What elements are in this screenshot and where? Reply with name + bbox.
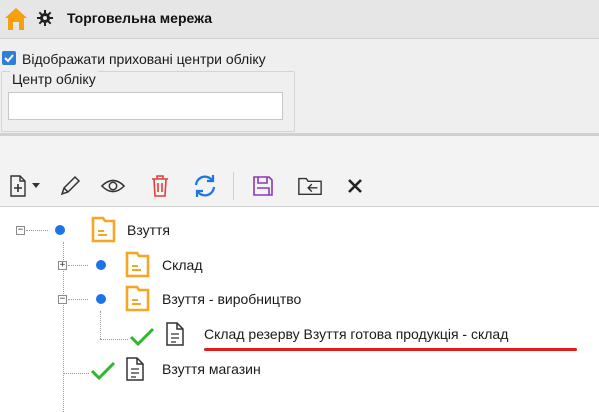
dropdown-arrow-icon[interactable] <box>30 173 42 199</box>
highlight-underline <box>204 348 577 351</box>
save-icon[interactable] <box>250 173 276 199</box>
center-input[interactable] <box>8 92 283 120</box>
title-bar: Торговельна мережа <box>0 0 599 39</box>
tree-connector <box>68 299 88 300</box>
collapse-toggle[interactable]: − <box>16 226 25 235</box>
tree-node-label[interactable]: Склад <box>162 257 203 273</box>
toolbar <box>0 166 599 207</box>
status-dot <box>96 260 106 270</box>
gear-icon[interactable] <box>37 10 53 29</box>
filter-panel: Відображати приховані центри обліку Цент… <box>0 39 599 133</box>
folder-icon <box>123 250 153 283</box>
status-dot <box>55 225 65 235</box>
check-icon <box>89 359 117 386</box>
add-icon[interactable] <box>5 173 31 199</box>
tree-connector <box>63 373 89 374</box>
check-icon <box>128 325 156 352</box>
expand-toggle[interactable]: + <box>58 261 67 270</box>
toolbar-separator <box>233 172 234 200</box>
document-icon <box>124 356 146 385</box>
tree-node-label[interactable]: Взуття магазин <box>162 361 261 377</box>
panel-gap <box>0 136 599 166</box>
show-hidden-label[interactable]: Відображати приховані центри обліку <box>22 51 266 67</box>
view-icon[interactable] <box>100 173 126 199</box>
close-icon[interactable] <box>342 173 368 199</box>
show-hidden-checkbox[interactable] <box>2 51 16 65</box>
selected-node-label[interactable]: Склад резерву Взуття готова продукція - … <box>204 326 508 342</box>
tree-connector <box>100 311 101 339</box>
delete-icon[interactable] <box>147 173 173 199</box>
tree-view: − Взуття + Склад − Взуття - виробництво <box>0 207 599 412</box>
document-icon <box>164 321 186 350</box>
collapse-toggle[interactable]: − <box>58 295 67 304</box>
refresh-icon[interactable] <box>192 173 218 199</box>
tree-node-label[interactable]: Взуття <box>127 222 170 238</box>
tree-connector <box>68 265 88 266</box>
tree-node-label[interactable]: Взуття - виробництво <box>162 291 301 307</box>
center-label: Центр обліку <box>10 71 98 87</box>
status-dot <box>96 294 106 304</box>
tree-connector <box>26 230 48 231</box>
home-icon[interactable] <box>3 6 29 35</box>
move-folder-icon[interactable] <box>297 173 323 199</box>
checkmark-icon <box>4 54 14 63</box>
window-title: Торговельна мережа <box>67 10 212 26</box>
folder-icon <box>89 215 119 248</box>
edit-icon[interactable] <box>57 173 83 199</box>
tree-connector <box>100 339 128 340</box>
folder-icon <box>123 284 153 317</box>
